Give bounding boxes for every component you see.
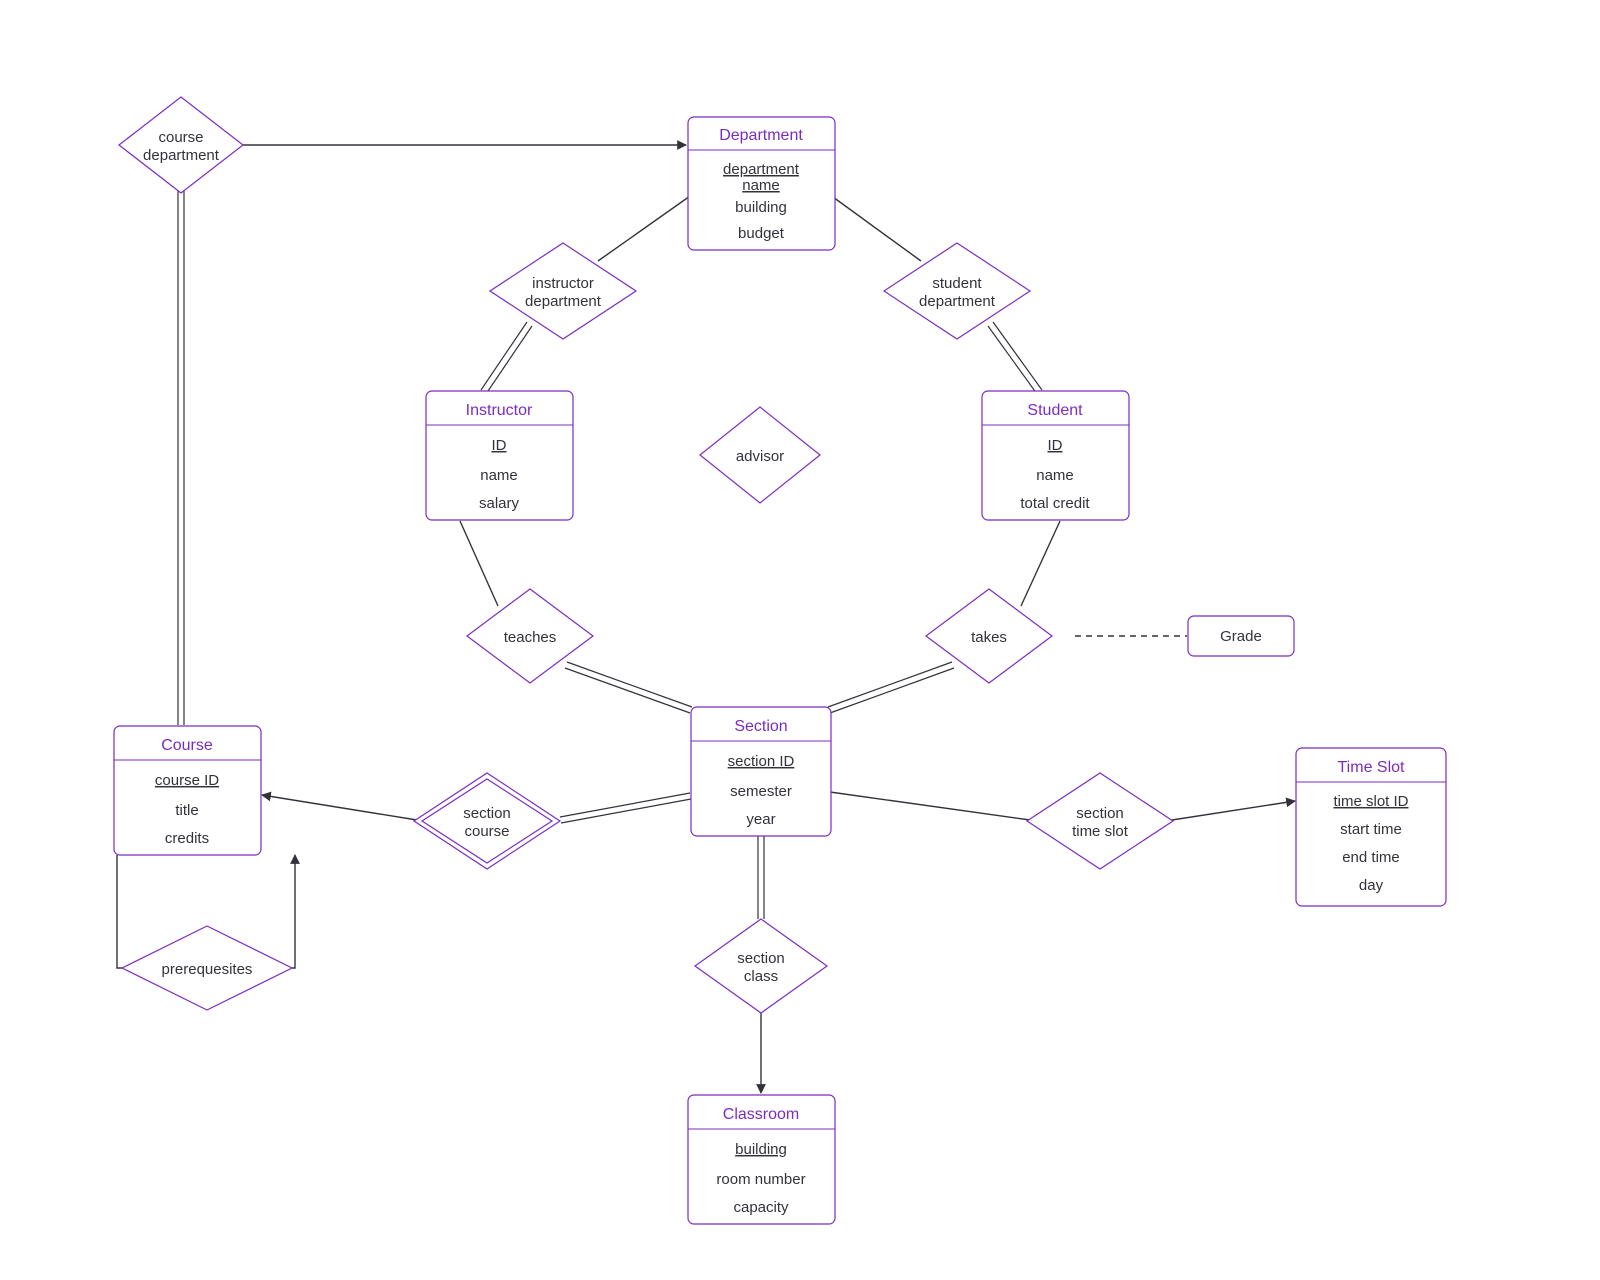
entity-title: Department xyxy=(719,127,803,144)
entity-title: Grade xyxy=(1220,628,1262,645)
entity-department: Department departmentname building budge… xyxy=(688,117,835,250)
svg-text:takes: takes xyxy=(971,629,1007,646)
rel-prerequisites: prerequesites xyxy=(122,926,292,1010)
entity-title: Section xyxy=(734,718,787,735)
entity-title: Classroom xyxy=(723,1106,799,1123)
edge-instdept-instr-1 xyxy=(481,322,527,390)
entity-attr: salary xyxy=(479,495,520,512)
edge-takes-section-1 xyxy=(830,668,954,713)
svg-text:section: section xyxy=(1076,805,1124,822)
entity-attr: room number xyxy=(716,1171,805,1188)
svg-text:section: section xyxy=(737,950,785,967)
svg-text:department: department xyxy=(919,293,996,310)
rel-section-timeslot: section time slot xyxy=(1027,773,1173,869)
svg-text:student: student xyxy=(932,275,982,292)
svg-text:time slot: time slot xyxy=(1072,823,1129,840)
entity-attr: semester xyxy=(730,783,792,800)
entity-key: time slot ID xyxy=(1333,793,1408,810)
entity-attr: name xyxy=(480,467,518,484)
svg-text:course: course xyxy=(158,129,203,146)
entity-attr: building xyxy=(735,199,787,216)
entity-attr: total credit xyxy=(1020,495,1090,512)
entity-attr: credits xyxy=(165,830,209,847)
entity-key: course ID xyxy=(155,772,219,789)
entity-title: Time Slot xyxy=(1338,759,1406,776)
entity-attr: name xyxy=(1036,467,1074,484)
edge-takes-section-2 xyxy=(828,662,952,707)
svg-text:instructor: instructor xyxy=(532,275,594,292)
entity-student: Student ID name total credit xyxy=(982,391,1129,520)
edge-prereq-right xyxy=(280,855,295,968)
rel-instructor-department: instructor department xyxy=(490,243,636,339)
svg-text:department: department xyxy=(143,147,220,164)
svg-text:section: section xyxy=(463,805,511,822)
er-diagram: Department department name building budge… xyxy=(0,0,1600,1280)
svg-text:class: class xyxy=(744,968,778,985)
entity-title: Instructor xyxy=(466,402,533,419)
edge-teaches-section-2 xyxy=(567,662,692,707)
edge-takes-student xyxy=(1021,521,1060,606)
svg-text:department: department xyxy=(525,293,602,310)
edge-sectimeslot-timeslot xyxy=(1172,801,1295,820)
edge-studept-department xyxy=(822,189,921,261)
entity-course: Course course ID title credits xyxy=(114,726,261,855)
edge-sectimeslot-section xyxy=(830,792,1030,820)
rel-advisor: advisor xyxy=(700,407,820,503)
rel-section-class: section class xyxy=(695,919,827,1013)
entity-attr: day xyxy=(1359,877,1384,894)
entity-grade: Grade xyxy=(1188,616,1294,656)
svg-text:course: course xyxy=(464,823,509,840)
entity-attr: start time xyxy=(1340,821,1402,838)
rel-takes: takes xyxy=(926,589,1052,683)
entity-attr: capacity xyxy=(733,1199,789,1216)
entity-section: Section section ID semester year xyxy=(691,707,831,836)
entity-key: ID xyxy=(1048,437,1063,454)
rel-student-department: student department xyxy=(884,243,1030,339)
edge-seccourse-section-2 xyxy=(561,799,691,823)
edge-teaches-instructor xyxy=(460,521,498,606)
edge-studept-student-1 xyxy=(993,322,1042,390)
svg-text:teaches: teaches xyxy=(504,629,557,646)
entity-attr: budget xyxy=(738,225,785,242)
entity-key: ID xyxy=(492,437,507,454)
rel-section-course: section course xyxy=(414,773,560,869)
edge-instdept-department xyxy=(598,189,700,261)
entity-attr: year xyxy=(746,811,775,828)
edge-teaches-section-1 xyxy=(565,668,690,713)
entity-instructor: Instructor ID name salary xyxy=(426,391,573,520)
entity-attr: end time xyxy=(1342,849,1400,866)
svg-text:advisor: advisor xyxy=(736,448,784,465)
edge-studept-student-2 xyxy=(988,326,1037,394)
entity-attr: title xyxy=(175,802,198,819)
entity-classroom: Classroom building room number capacity xyxy=(688,1095,835,1224)
rel-teaches: teaches xyxy=(467,589,593,683)
edge-seccourse-course xyxy=(262,795,417,820)
svg-text:prerequesites: prerequesites xyxy=(162,961,253,978)
edge-instdept-instr-2 xyxy=(486,326,532,394)
entity-key: building xyxy=(735,1141,787,1158)
rel-course-department: course department xyxy=(119,97,243,193)
edge-seccourse-section-1 xyxy=(560,793,690,817)
entity-title: Student xyxy=(1027,402,1083,419)
entity-key: section ID xyxy=(728,753,795,770)
entity-title: Course xyxy=(161,737,213,754)
entity-timeslot: Time Slot time slot ID start time end ti… xyxy=(1296,748,1446,906)
edge-prereq-left xyxy=(117,855,130,968)
